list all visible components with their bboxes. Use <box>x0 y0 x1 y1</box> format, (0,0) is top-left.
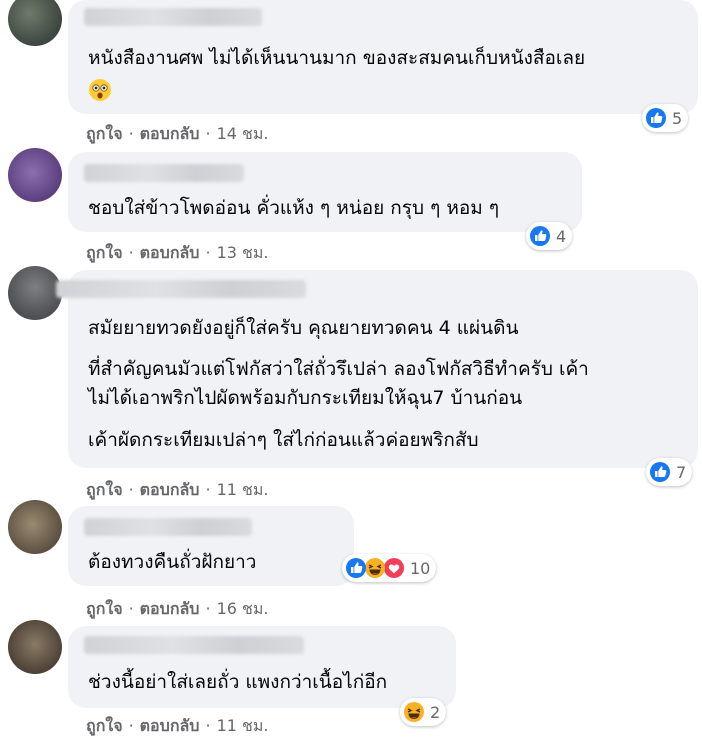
wow-emoji-icon <box>89 79 111 101</box>
reaction-count: 2 <box>430 702 441 722</box>
like-link[interactable]: ถูกใจ <box>86 480 123 499</box>
reaction-count: 5 <box>672 108 683 128</box>
timestamp[interactable]: 16 ชม. <box>217 599 269 618</box>
comment-bubble: หนังสืองานศพ ไม่ได้เห็นนานมาก ของสะสมคนเ… <box>68 0 698 114</box>
like-link[interactable]: ถูกใจ <box>86 716 123 735</box>
reaction-summary[interactable]: 7 <box>646 458 693 486</box>
haha-icon <box>365 558 385 578</box>
comment-text: ที่สำคัญคนมัวแต่โฟกัสว่าใส่ถั่วรึเปล่า ล… <box>88 358 589 380</box>
comment-actions: ถูกใจ · ตอบกลับ · 11 ชม. <box>86 716 269 735</box>
reaction-summary[interactable]: 4 <box>526 222 573 250</box>
reaction-summary[interactable]: 2 <box>400 698 447 726</box>
reaction-count: 10 <box>410 558 431 578</box>
avatar[interactable] <box>8 148 62 202</box>
commenter-name[interactable] <box>84 164 244 182</box>
comment-text: ต้องทวงคืนถั่วฝักยาว <box>88 551 257 573</box>
reaction-count: 4 <box>556 226 567 246</box>
avatar[interactable] <box>8 0 62 46</box>
comment-text: สมัยยายทวดยังอยู่ก็ใส่ครับ คุณยายทวดคน 4… <box>88 317 519 339</box>
commenter-name[interactable] <box>84 8 262 26</box>
comment-actions: ถูกใจ · ตอบกลับ · 16 ชม. <box>86 599 269 618</box>
comment-bubble: ชอบใส่ข้าวโพดอ่อน คั่วแห้ง ๆ หน่อย กรุบ … <box>68 152 582 232</box>
reaction-count: 7 <box>676 462 687 482</box>
timestamp[interactable]: 13 ชม. <box>217 243 269 262</box>
like-icon <box>530 226 550 246</box>
comment-text: หนังสืองานศพ ไม่ได้เห็นนานมาก ของสะสมคนเ… <box>88 47 586 69</box>
comment-bubble: สมัยยายทวดยังอยู่ก็ใส่ครับ คุณยายทวดคน 4… <box>56 270 698 468</box>
timestamp[interactable]: 11 ชม. <box>217 480 269 499</box>
commenter-name[interactable] <box>84 518 252 536</box>
haha-icon <box>404 702 424 722</box>
love-icon <box>384 558 404 578</box>
comment-bubble: ต้องทวงคืนถั่วฝักยาว <box>68 506 354 586</box>
like-link[interactable]: ถูกใจ <box>86 599 123 618</box>
reply-link[interactable]: ตอบกลับ <box>140 124 200 143</box>
like-icon <box>646 108 666 128</box>
like-icon <box>650 462 670 482</box>
reaction-summary[interactable]: 5 <box>642 104 689 132</box>
comment-text: ช่วงนี้อย่าใส่เลยถั่ว แพงกว่าเนื้อไก่อีก <box>88 671 388 693</box>
reply-link[interactable]: ตอบกลับ <box>140 480 200 499</box>
avatar[interactable] <box>8 266 62 320</box>
comment-text: เค้าผัดกระเทียมเปล่าๆ ใส่ไก่ก่อนแล้วค่อย… <box>88 429 479 451</box>
reply-link[interactable]: ตอบกลับ <box>140 599 200 618</box>
reply-link[interactable]: ตอบกลับ <box>140 243 200 262</box>
comment-text: ชอบใส่ข้าวโพดอ่อน คั่วแห้ง ๆ หน่อย กรุบ … <box>88 197 500 219</box>
reaction-summary[interactable]: 10 <box>342 554 437 582</box>
avatar[interactable] <box>8 500 62 554</box>
timestamp[interactable]: 11 ชม. <box>217 716 269 735</box>
comment-actions: ถูกใจ · ตอบกลับ · 14 ชม. <box>86 124 269 143</box>
reply-link[interactable]: ตอบกลับ <box>140 716 200 735</box>
comment-actions: ถูกใจ · ตอบกลับ · 13 ชม. <box>86 243 269 262</box>
avatar[interactable] <box>8 620 62 674</box>
comment-bubble: ช่วงนี้อย่าใส่เลยถั่ว แพงกว่าเนื้อไก่อีก <box>68 626 456 708</box>
like-icon <box>346 558 366 578</box>
comment-actions: ถูกใจ · ตอบกลับ · 11 ชม. <box>86 480 269 499</box>
commenter-name[interactable] <box>84 636 304 654</box>
like-link[interactable]: ถูกใจ <box>86 243 123 262</box>
comment-text: ไม่ได้เอาพริกไปผัดพร้อมกับกระเทียมให้ฉุน… <box>88 387 523 409</box>
timestamp[interactable]: 14 ชม. <box>217 124 269 143</box>
like-link[interactable]: ถูกใจ <box>86 124 123 143</box>
commenter-name[interactable] <box>56 280 306 298</box>
